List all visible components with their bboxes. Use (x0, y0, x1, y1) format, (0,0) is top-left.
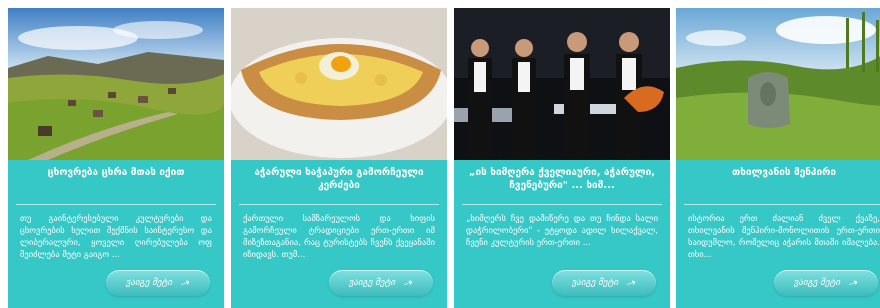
article-description: თუ გაინტერესებული კულტურები და ცხოვრების… (20, 214, 212, 260)
menhir-image (676, 8, 880, 160)
article-image-mountain-village[interactable] (8, 8, 224, 160)
read-more-label: ვაიგე მეტი (793, 278, 841, 288)
khachapuri-image (231, 8, 447, 160)
read-more-button[interactable]: ვაიგე მეტი ➝ (106, 270, 210, 296)
arrow-icon: ➝ (178, 274, 193, 292)
read-more-button[interactable]: ვაიგე მეტი ➝ (329, 270, 433, 296)
article-description: „ხიმღერს ჩვე დამიწერე და თუ ჩინდა სალი დ… (466, 214, 658, 248)
article-card: აჭარული ხაჭაპური გამორჩეული კერძები ქართ… (231, 8, 447, 308)
arrow-icon: ➝ (401, 274, 416, 292)
article-title[interactable]: „ის ხიმღერა ქველიაური, აჭარული, ჩვენებურ… (462, 166, 662, 205)
articles-grid: ცხოვრება ცხრა მთას იქით თუ გაინტერესებულ… (0, 0, 880, 308)
article-description: ისტორია ერთ ძალიან ძველ ქვაზე, თხილვანის… (688, 214, 880, 260)
article-title[interactable]: თხილვანის მენჰირი (684, 166, 880, 205)
article-image-folk-ensemble[interactable] (454, 8, 670, 160)
article-image-khachapuri[interactable] (231, 8, 447, 160)
arrow-icon: ➝ (846, 274, 861, 292)
read-more-button[interactable]: ვაიგე მეტი ➝ (774, 270, 878, 296)
article-title[interactable]: ცხოვრება ცხრა მთას იქით (16, 166, 216, 205)
read-more-label: ვაიგე მეტი (348, 278, 396, 288)
read-more-button[interactable]: ვაიგე მეტი ➝ (552, 270, 656, 296)
read-more-label: ვაიგე მეტი (571, 278, 619, 288)
article-card: „ის ხიმღერა ქველიაური, აჭარული, ჩვენებურ… (454, 8, 670, 308)
arrow-icon: ➝ (624, 274, 639, 292)
article-image-menhir[interactable] (676, 8, 880, 160)
article-card: ცხოვრება ცხრა მთას იქით თუ გაინტერესებულ… (8, 8, 224, 308)
read-more-label: ვაიგე მეტი (125, 278, 173, 288)
article-title[interactable]: აჭარული ხაჭაპური გამორჩეული კერძები (239, 166, 439, 205)
folk-ensemble-image (454, 8, 670, 160)
mountain-village-image (8, 8, 224, 160)
article-card: თხილვანის მენჰირი ისტორია ერთ ძალიან ძვე… (676, 8, 880, 308)
article-description: ქართული სამზარეულოს და ხიფის გამორჩეული … (243, 214, 435, 260)
